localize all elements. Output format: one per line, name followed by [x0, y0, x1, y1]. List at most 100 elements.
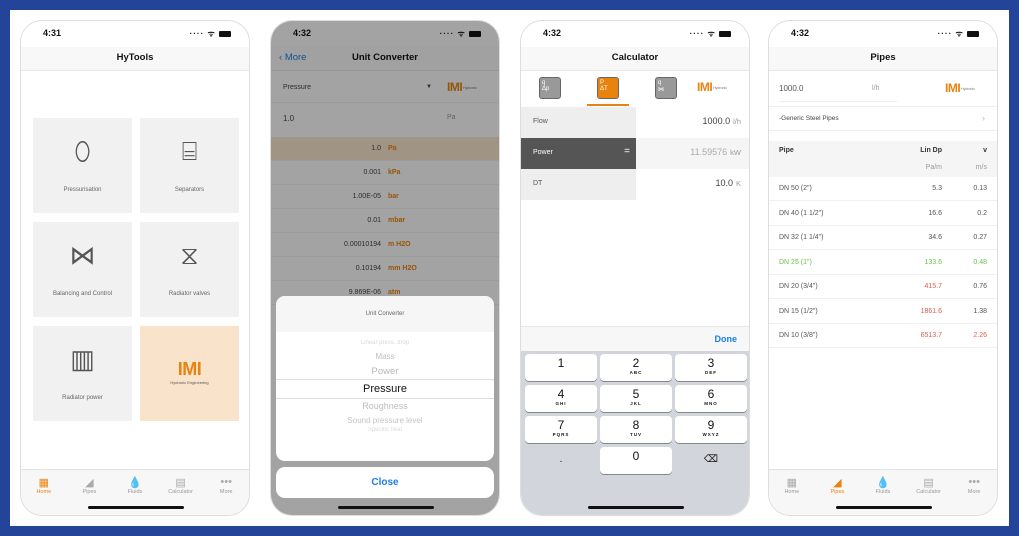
tile-radiator-power[interactable]: ▥ Radiator power: [33, 326, 132, 421]
pipe-velocity: 0.13: [973, 185, 987, 192]
tab-label: Home: [36, 489, 52, 495]
key-9[interactable]: 9 WXYZ: [675, 416, 747, 443]
key-letters: TUV: [630, 432, 642, 437]
picker-option[interactable]: Power: [276, 366, 494, 377]
field-value-cell[interactable]: 11.59576 kW: [636, 138, 749, 169]
pipe-icon: ◢: [833, 477, 842, 489]
pipe-velocity: 0.76: [973, 283, 987, 290]
imi-logo: IMI Hydronic: [697, 80, 727, 94]
field-label: DT: [533, 180, 543, 187]
status-icons: ···· ᯤ: [190, 28, 231, 39]
calc-field-flow[interactable]: Flow 1000.0 l/h: [521, 107, 749, 138]
pipe-row[interactable]: DN 25 (1") 133.6 0.48: [769, 251, 997, 275]
active-tab-underline: [587, 104, 629, 106]
key-digit: 7: [557, 418, 565, 432]
picker-sheet: Unit Converter Linear press. drop Mass Pow…: [276, 296, 494, 461]
key-6[interactable]: 6 MNO: [675, 385, 747, 412]
key-.[interactable]: .: [525, 447, 597, 474]
pipe-size: DN 25 (1"): [779, 258, 812, 266]
calc-field-dt[interactable]: DT 10.0 K: [521, 169, 749, 200]
tile-separators[interactable]: ⌸ Separators: [140, 118, 239, 213]
tab-more[interactable]: ••• More: [951, 470, 997, 515]
key-3[interactable]: 3 DEF: [675, 354, 747, 381]
page-title: Pipes: [769, 47, 997, 71]
tab-label: Fluids: [127, 489, 143, 495]
calc-mode-tab[interactable]: q ⋈: [655, 77, 677, 99]
done-button[interactable]: Done: [715, 334, 738, 344]
tile-balancing-and-control[interactable]: ⋈ Balancing and Control: [33, 222, 132, 317]
close-button[interactable]: Close: [276, 467, 494, 498]
calc-mode-tab[interactable]: P ΔT: [597, 77, 619, 99]
field-unit: K: [735, 179, 741, 188]
key-digit: 6: [707, 387, 715, 401]
key-2[interactable]: 2 ABC: [600, 354, 672, 381]
phone-unit-converter: 4:32 ···· ᯤ ‹ More Unit Converter Pressur…: [270, 20, 500, 516]
tab-label: More: [219, 489, 233, 495]
pipe-row[interactable]: DN 40 (1 1/2") 16.6 0.2: [769, 202, 997, 226]
tile-pressurisation[interactable]: ⬯ Pressurisation: [33, 118, 132, 213]
tab-more[interactable]: ••• More: [203, 470, 249, 515]
key-7[interactable]: 7 PQRS: [525, 416, 597, 443]
picker-option[interactable]: Mass: [276, 352, 494, 361]
unit-picker[interactable]: Linear press. drop Mass Power Pressure Rough…: [276, 332, 494, 461]
calc-mode-tab[interactable]: q Δp: [539, 77, 561, 99]
tile-radiator-valves[interactable]: ⧖ Radiator valves: [140, 222, 239, 317]
key-1[interactable]: 1: [525, 354, 597, 381]
pipe-size: DN 20 (3/4"): [779, 283, 818, 290]
key-digit: 8: [632, 418, 640, 432]
table-header: Pipe Lin Dp v Pa/m m/s: [769, 141, 997, 177]
backspace-key[interactable]: ⌫: [675, 447, 747, 474]
flow-value: 1000.0: [779, 84, 804, 93]
equals-icon: =: [624, 146, 630, 157]
sheet-title: Unit Converter: [276, 296, 494, 332]
pipe-row[interactable]: DN 20 (3/4") 415.7 0.76: [769, 275, 997, 299]
pipe-row[interactable]: DN 15 (1/2") 1861.6 1.38: [769, 300, 997, 324]
field-label: Power: [533, 149, 553, 156]
radiator-valve-icon: ⧖: [180, 240, 199, 270]
tab-label: Fluids: [875, 489, 891, 495]
pipe-row[interactable]: DN 32 (1 1/4") 34.6 0.27: [769, 226, 997, 250]
valve-icon: ⋈: [69, 240, 96, 270]
picker-selection-band: [276, 379, 494, 399]
tab-home[interactable]: ▦ Home: [21, 470, 67, 515]
pipe-lin-dp: 1861.6: [920, 307, 942, 315]
field-value-cell[interactable]: 10.0 K: [636, 169, 749, 200]
tab-label: Calculator: [168, 489, 193, 495]
pipe-velocity: 2.26: [973, 332, 987, 339]
calc-field-power[interactable]: Power = 11.59576 kW: [521, 138, 749, 169]
key-4[interactable]: 4 GHI: [525, 385, 597, 412]
key-8[interactable]: 8 TUV: [600, 416, 672, 443]
battery-icon: [719, 30, 731, 37]
picker-option[interactable]: Linear press. drop: [276, 340, 494, 346]
pipe-series-selector[interactable]: -Generic Steel Pipes ›: [769, 107, 997, 131]
imi-logo-tile[interactable]: IMI Hydronic Engineering: [140, 326, 239, 421]
tab-label: More: [967, 489, 981, 495]
status-icons: ···· ᯤ: [690, 28, 731, 39]
key-letters: WXYZ: [702, 432, 720, 437]
numeric-keypad: 1 2 ABC 3 DEF 4 GHI 5 JKL 6 MNO 7 PQRS 8 TUV 9 WXYZ. 0 ⌫: [521, 351, 749, 515]
pipe-size: DN 50 (2"): [779, 185, 812, 192]
pipe-lin-dp: 16.6: [928, 209, 942, 217]
series-label: -Generic Steel Pipes: [779, 115, 839, 122]
key-letters: DEF: [705, 370, 717, 375]
pipe-icon: ◢: [85, 477, 94, 489]
pipe-velocity: 0.27: [973, 234, 987, 241]
tab-home[interactable]: ▦ Home: [769, 470, 815, 515]
field-value: 10.0: [715, 178, 733, 188]
field-value-cell[interactable]: 1000.0 l/h: [636, 107, 749, 138]
picker-option[interactable]: Specific heat: [276, 427, 494, 433]
phone-home: 4:31 ···· ᯤ HyTools ⬯ Pressurisation ⌸ Separ…: [20, 20, 250, 516]
status-bar: 4:31 ···· ᯤ: [21, 21, 249, 47]
key-0[interactable]: 0: [600, 447, 672, 474]
key-5[interactable]: 5 JKL: [600, 385, 672, 412]
more-icon: •••: [220, 476, 232, 488]
key-digit: 2: [632, 356, 640, 370]
imi-logo: IMI Hydronic: [945, 81, 975, 95]
expansion-vessel-icon: ⬯: [74, 136, 91, 166]
picker-option[interactable]: Sound pressure level: [276, 416, 494, 425]
mode-bottom: ΔT: [600, 86, 608, 92]
pipe-row[interactable]: DN 10 (3/8") 6513.7 2.26: [769, 324, 997, 348]
pipe-lin-dp: 5.3: [932, 185, 942, 192]
pipe-row[interactable]: DN 50 (2") 5.3 0.13: [769, 177, 997, 201]
picker-option[interactable]: Roughness: [276, 401, 494, 411]
